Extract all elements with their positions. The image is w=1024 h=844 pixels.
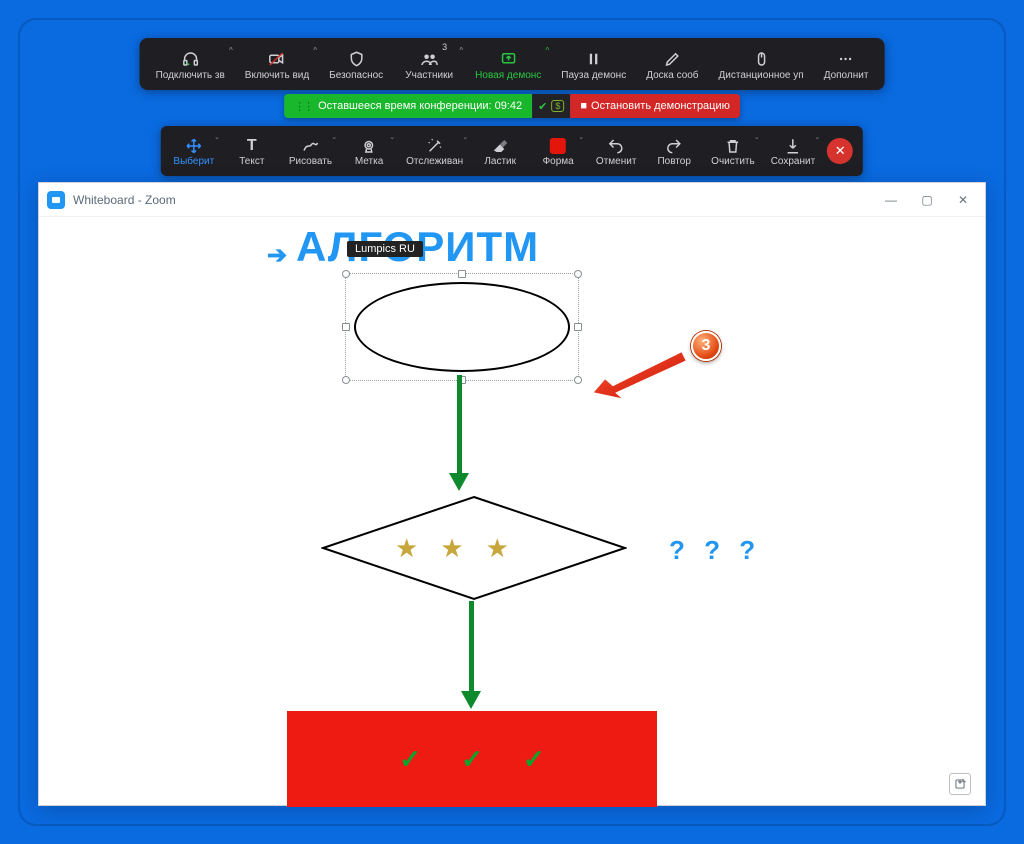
ellipse-selection[interactable] [345,273,579,381]
minimize-button[interactable]: — [877,186,905,214]
close-button[interactable]: ✕ [949,186,977,214]
svg-text:+: + [958,779,961,785]
close-annotation-button[interactable]: ✕ [827,138,853,164]
video-off-icon [268,50,286,68]
share-status-bar: ⋮⋮ Оставшееся время конференции: 09:42 ✔… [284,94,740,118]
resize-handle[interactable] [574,323,582,331]
chevron-down-icon[interactable]: ⌄ [214,133,220,141]
resize-handle[interactable] [574,270,582,278]
chevron-down-icon[interactable]: ⌄ [578,133,584,141]
add-page-button[interactable]: + [949,773,971,795]
format-tool[interactable]: ⌄ Форма [529,126,587,176]
ellipse-shape[interactable] [354,282,570,372]
chevron-up-icon[interactable]: ^ [546,46,550,55]
wand-icon [426,136,444,156]
chevron-up-icon[interactable]: ^ [459,46,463,55]
zoom-main-toolbar: ^ Подключить зв ^ Включить вид Безопасно… [140,38,885,90]
text-tool[interactable]: T Текст [223,126,281,176]
chevron-down-icon[interactable]: ⌄ [814,133,820,141]
stop-share-label: Остановить демонстрацию [591,100,730,112]
stamp-icon [360,136,378,156]
redo-button[interactable]: Повтор [645,126,703,176]
clear-button[interactable]: ⌄ Очистить [703,126,763,176]
headphones-icon [181,50,199,68]
resize-handle[interactable] [574,376,582,384]
question-marks-text[interactable]: ? ? ? [669,535,761,566]
video-button[interactable]: ^ Включить вид [235,38,319,90]
move-icon [185,136,203,156]
chevron-up-icon[interactable]: ^ [313,46,317,55]
whiteboard-canvas[interactable]: ➔ АЛГОРИТМ Lumpics RU [39,217,985,805]
time-remaining[interactable]: ⋮⋮ Оставшееся время конференции: 09:42 [284,94,532,118]
audio-button[interactable]: ^ Подключить зв [146,38,235,90]
rectangle-shape[interactable]: ✓ ✓ ✓ [287,711,657,807]
select-tool[interactable]: ⌄ Выберит [165,126,223,176]
maximize-button[interactable]: ▢ [913,186,941,214]
chevron-up-icon[interactable]: ^ [229,46,233,55]
check-icon: ✓ [399,744,421,775]
eraser-tool[interactable]: Ластик [471,126,529,176]
participants-count: 3 [442,42,447,52]
pause-icon [585,50,603,68]
grip-icon: ⋮⋮ [294,100,312,113]
pencil-icon [663,50,681,68]
stop-icon: ■ [580,100,587,112]
resize-handle[interactable] [458,270,466,278]
author-name-chip: Lumpics RU [347,241,423,257]
chevron-down-icon[interactable]: ⌄ [462,133,468,141]
mouse-icon [752,50,770,68]
undo-button[interactable]: Отменит [587,126,645,176]
draw-icon [301,136,319,156]
star-icon: ★ [395,533,418,564]
eraser-icon [491,136,509,156]
redo-icon [665,136,683,156]
security-button[interactable]: Безопаснос [319,38,393,90]
check-icon: ✓ [461,744,483,775]
star-annotations[interactable]: ★ ★ ★ [395,533,509,564]
dollar-badge[interactable]: $ [551,100,564,112]
shield-icon [347,50,365,68]
whiteboard-button[interactable]: Доска сооб [636,38,708,90]
undo-icon [607,136,625,156]
star-icon: ★ [440,533,463,564]
participants-icon [420,50,438,68]
new-share-button[interactable]: ^ Новая демонс [465,38,551,90]
trash-icon [724,136,742,156]
pause-share-button[interactable]: Пауза демонс [551,38,636,90]
participants-button[interactable]: ^ 3 Участники [393,38,465,90]
callout-arrow-icon [587,343,697,408]
step-number-badge: 3 [691,331,721,361]
whiteboard-window: Whiteboard - Zoom — ▢ ✕ ➔ АЛГОРИТМ Lumpi… [38,182,986,806]
save-icon [784,136,802,156]
draw-tool[interactable]: ⌄ Рисовать [281,126,340,176]
text-icon: T [247,136,257,156]
star-icon: ★ [486,533,509,564]
arrow-annotation-icon: ➔ [267,241,287,270]
more-icon [837,50,855,68]
annotation-toolbar: ⌄ Выберит T Текст ⌄ Рисовать ⌄ Метка ⌄ [161,126,863,176]
time-remaining-label: Оставшееся время конференции: 09:42 [318,100,522,112]
shield-check-icon[interactable]: ✔ [538,100,547,113]
zoom-logo-icon [47,191,65,209]
close-icon: ✕ [835,143,846,159]
resize-handle[interactable] [342,270,350,278]
spotlight-tool[interactable]: ⌄ Отслеживан [398,126,471,176]
stamp-tool[interactable]: ⌄ Метка [340,126,398,176]
resize-handle[interactable] [342,376,350,384]
window-title: Whiteboard - Zoom [73,193,176,207]
resize-handle[interactable] [342,323,350,331]
chevron-down-icon[interactable]: ⌄ [389,133,395,141]
share-screen-icon [499,50,517,68]
stop-share-button[interactable]: ■ Остановить демонстрацию [570,94,740,118]
more-button[interactable]: Дополнит [814,38,879,90]
color-swatch-icon [550,136,566,156]
share-status-icons: ✔ $ [532,94,570,118]
check-icon: ✓ [523,744,545,775]
chevron-down-icon[interactable]: ⌄ [754,133,760,141]
remote-control-button[interactable]: Дистанционное уп [709,38,814,90]
chevron-down-icon[interactable]: ⌄ [331,133,337,141]
window-titlebar[interactable]: Whiteboard - Zoom — ▢ ✕ [39,183,985,217]
save-button[interactable]: ⌄ Сохранит [763,126,823,176]
